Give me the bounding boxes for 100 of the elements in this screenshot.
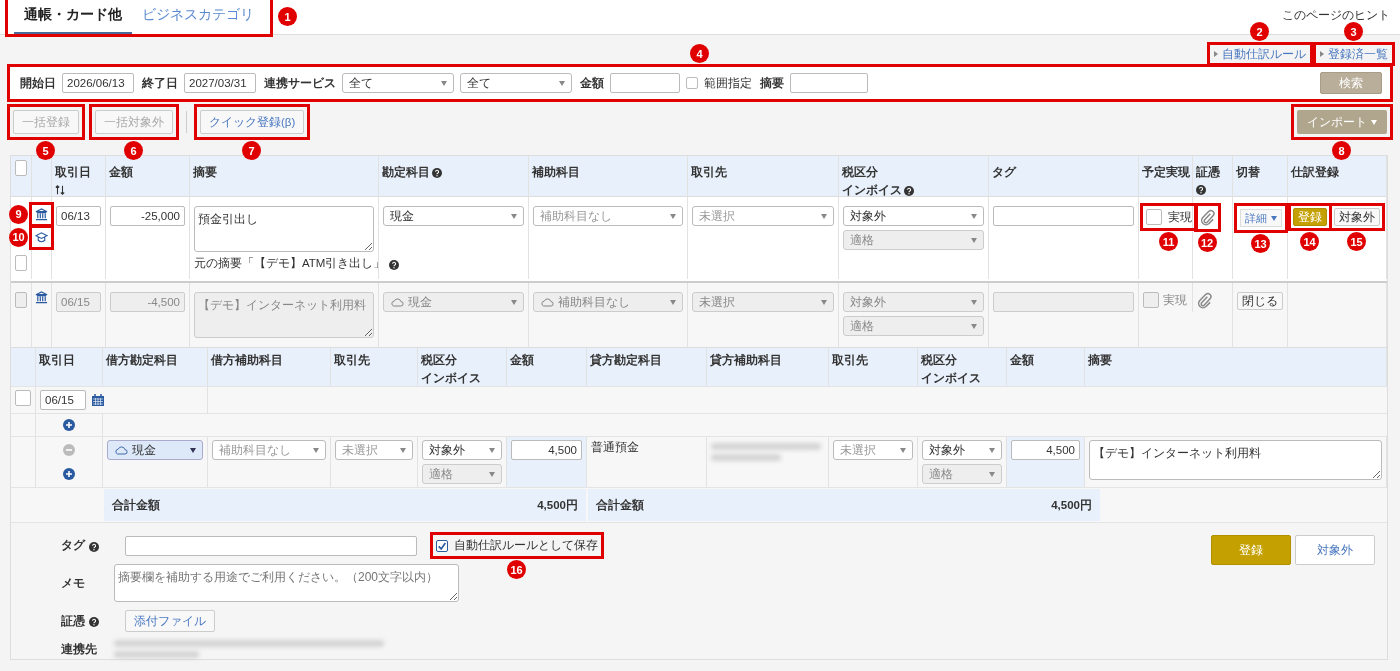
help-icon[interactable]: [1196, 184, 1206, 195]
debit-sub-account-dropdown[interactable]: 補助科目なし: [212, 440, 326, 460]
register-button[interactable]: 登録: [1211, 535, 1291, 565]
amount-field[interactable]: [610, 73, 680, 93]
credit-amount-field[interactable]: 4,500: [1011, 440, 1080, 460]
column-header: 税区分: [921, 352, 957, 369]
checkbox-label: 実現: [1163, 292, 1187, 308]
help-icon[interactable]: [89, 617, 99, 627]
link[interactable]: 自動仕訳ルール: [1222, 46, 1306, 62]
date-field[interactable]: 06/13: [56, 206, 101, 226]
column-header: 補助科目: [532, 164, 580, 181]
callout-badge: 9: [9, 204, 28, 224]
debit-account-dropdown[interactable]: 現金: [107, 440, 203, 460]
sort-icon[interactable]: [55, 184, 65, 195]
service-dropdown[interactable]: 全て: [460, 73, 572, 93]
detail-button[interactable]: 詳細: [1240, 209, 1282, 227]
calendar-icon[interactable]: [92, 394, 104, 406]
memo-textarea[interactable]: 摘要欄を補助する用途でご利用ください。（200文字以内）: [114, 564, 459, 602]
summary-textarea[interactable]: 【デモ】インターネット利用料: [194, 292, 374, 338]
caret-icon: [900, 447, 906, 453]
sub-account-dropdown[interactable]: 補助科目なし: [533, 292, 683, 312]
partner-dropdown[interactable]: 未選択: [335, 440, 413, 460]
service-dropdown[interactable]: 全て: [342, 73, 454, 93]
tag-field[interactable]: [993, 292, 1134, 312]
tag-field[interactable]: [125, 535, 417, 556]
row-checkbox[interactable]: [15, 255, 27, 271]
field-label: 連携サービス: [264, 75, 336, 91]
tax-dropdown[interactable]: 対象外: [422, 440, 502, 460]
tab[interactable]: 通帳・カード他: [14, 0, 132, 34]
select-all-checkbox[interactable]: [15, 160, 27, 176]
summary-textarea[interactable]: 預金引出し: [194, 206, 374, 252]
column-header: 税区分: [421, 352, 457, 369]
invoice-dropdown[interactable]: 適格: [422, 464, 502, 484]
close-button[interactable]: 閉じる: [1237, 292, 1283, 310]
field-label: 摘要: [760, 75, 784, 91]
callout-badge: 16: [507, 560, 526, 579]
remove-row-icon[interactable]: [63, 444, 75, 456]
caret-icon: [489, 471, 495, 477]
partner-dropdown[interactable]: 未選択: [692, 292, 834, 312]
sub-account-dropdown[interactable]: 補助科目なし: [533, 206, 683, 226]
triangle-icon: [1320, 51, 1324, 57]
partner-dropdown[interactable]: 未選択: [692, 206, 834, 226]
caret-icon: [670, 299, 676, 305]
column-header: 金額: [1010, 352, 1034, 369]
help-icon[interactable]: [432, 168, 442, 179]
search-button[interactable]: 検索: [1320, 72, 1382, 94]
caret-icon: [971, 213, 977, 219]
help-icon[interactable]: [904, 186, 914, 197]
realized-checkbox[interactable]: [1146, 209, 1162, 225]
amount-field[interactable]: -25,000: [110, 206, 185, 226]
tax-dropdown[interactable]: 対象外: [843, 292, 984, 312]
summary-field[interactable]: [790, 73, 868, 93]
action-button[interactable]: クイック登録(β): [200, 110, 305, 134]
field-label: 終了日: [142, 75, 178, 91]
partner-dropdown[interactable]: 未選択: [833, 440, 913, 460]
tab[interactable]: ビジネスカテゴリ: [132, 0, 264, 34]
date-field[interactable]: 2027/03/31: [184, 73, 256, 93]
amount-field[interactable]: -4,500: [110, 292, 185, 312]
paperclip-icon[interactable]: [1197, 292, 1212, 309]
caret-icon: [489, 447, 495, 453]
invoice-dropdown[interactable]: 適格: [922, 464, 1002, 484]
register-button[interactable]: 登録: [1293, 208, 1327, 226]
caret-icon: [989, 447, 995, 453]
invoice-dropdown[interactable]: 適格: [843, 230, 984, 250]
column-header: 借方補助科目: [211, 352, 283, 369]
row-checkbox[interactable]: [15, 390, 31, 406]
row-checkbox[interactable]: [15, 292, 27, 308]
date-field[interactable]: 06/15: [40, 390, 86, 410]
add-row-icon[interactable]: [63, 468, 75, 480]
account-dropdown[interactable]: 現金: [383, 206, 524, 226]
invoice-dropdown[interactable]: 適格: [843, 316, 984, 336]
caret-icon: [971, 299, 977, 305]
hint-link[interactable]: このページのヒント: [1282, 8, 1390, 23]
cloud-icon: [114, 445, 128, 455]
help-icon[interactable]: [89, 541, 99, 552]
realized-checkbox[interactable]: [1143, 292, 1159, 308]
tax-dropdown[interactable]: 対象外: [843, 206, 984, 226]
debit-amount-field[interactable]: 4,500: [511, 440, 582, 460]
add-row-icon[interactable]: [63, 419, 75, 431]
bank-icon[interactable]: [35, 291, 48, 304]
import-button[interactable]: インポート: [1297, 110, 1387, 134]
tax-dropdown[interactable]: 対象外: [922, 440, 1002, 460]
attach-file-button[interactable]: 添付ファイル: [125, 610, 215, 632]
date-field[interactable]: 06/15: [56, 292, 101, 312]
date-field[interactable]: 2026/06/13: [62, 73, 134, 93]
column-header: インボイス: [421, 369, 481, 387]
link[interactable]: 登録済一覧: [1328, 46, 1388, 62]
help-icon[interactable]: [389, 259, 400, 270]
column-header: 税区分: [842, 164, 878, 181]
exclude-button[interactable]: 対象外: [1334, 208, 1380, 226]
check-icon: [437, 540, 447, 551]
account-dropdown[interactable]: 現金: [383, 292, 524, 312]
tag-field[interactable]: [993, 206, 1134, 226]
save-rule-checkbox[interactable]: [436, 539, 448, 552]
summary-textarea[interactable]: 【デモ】インターネット利用料: [1089, 440, 1382, 480]
exclude-button[interactable]: 対象外: [1295, 535, 1375, 565]
checkbox[interactable]: [686, 77, 698, 89]
callout-badge: 13: [1251, 234, 1270, 253]
callout-badge: 4: [690, 44, 709, 63]
caret-icon: [313, 447, 319, 453]
